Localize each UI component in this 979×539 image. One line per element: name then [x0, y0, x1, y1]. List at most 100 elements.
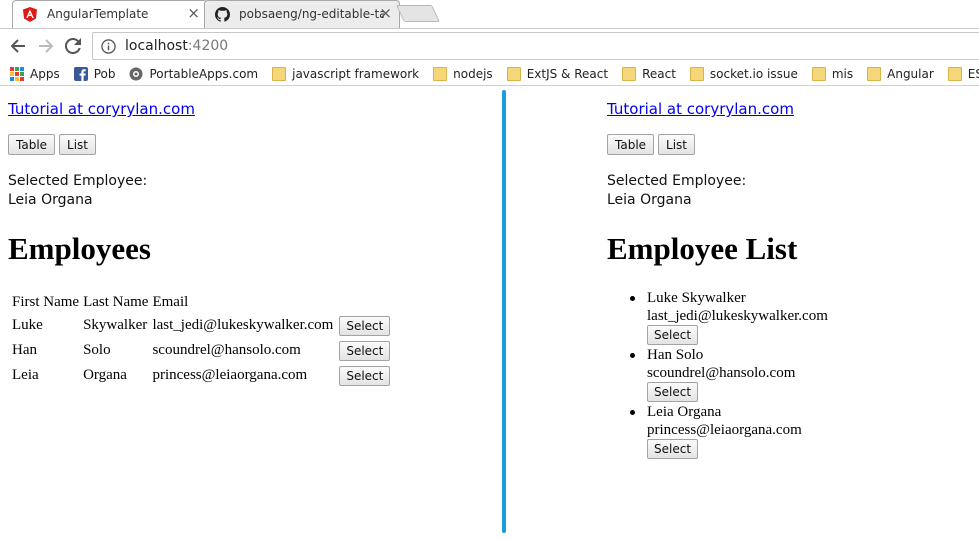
bookmark-label: ES6	[967, 66, 979, 81]
column-header-email: Email	[152, 293, 189, 310]
view-toggle-buttons: Table List	[8, 134, 97, 155]
employee-email: scoundrel@hansolo.com	[647, 365, 796, 381]
bookmark-pob[interactable]: Pob	[73, 66, 116, 81]
list-item: Luke Skywalker last_jedi@lukeskywalker.c…	[628, 289, 828, 346]
table-view-pane: Tutorial at coryrylan.com Table List Sel…	[8, 87, 498, 539]
folder-icon	[272, 66, 287, 81]
select-button[interactable]: Select	[339, 340, 391, 361]
cell-last-name: Organa	[83, 367, 127, 383]
employee-name: Han Solo	[647, 347, 704, 363]
bookmark-label: Angular	[887, 66, 934, 81]
list-item: Han Solo scoundrel@hansolo.com Select	[628, 346, 828, 403]
portableapps-icon	[129, 67, 143, 80]
url-host: localhost	[125, 38, 188, 54]
tutorial-link[interactable]: Tutorial at coryrylan.com	[8, 100, 195, 118]
bookmarks-bar: Apps Pob PortableApps.com javascript fra…	[0, 62, 979, 86]
selected-employee-name: Leia Organa	[8, 192, 93, 208]
tab-angular-template[interactable]: AngularTemplate ×	[12, 0, 208, 28]
reload-button[interactable]	[62, 35, 84, 57]
cell-action: Select	[336, 364, 391, 387]
reload-icon	[65, 38, 81, 54]
selected-employee-label: Selected Employee:	[8, 173, 148, 189]
bookmark-folder-angular[interactable]: Angular	[867, 66, 934, 81]
bookmark-label: nodejs	[453, 66, 493, 81]
select-button[interactable]: Select	[647, 325, 699, 345]
split-divider[interactable]	[502, 90, 506, 533]
page-title: Employee List	[607, 231, 798, 266]
table-header-row: First Name Last Name Email	[11, 292, 391, 312]
bookmark-folder-react[interactable]: React	[622, 66, 676, 81]
employee-email: last_jedi@lukeskywalker.com	[647, 308, 828, 324]
bookmark-folder-es6[interactable]: ES6	[947, 66, 979, 81]
bullet-icon	[630, 410, 635, 415]
table-row: Leia Organa princess@leiaorgana.com Sele…	[11, 364, 391, 387]
close-tab-icon[interactable]: ×	[379, 6, 392, 21]
folder-icon	[947, 66, 962, 81]
employee-email: princess@leiaorgana.com	[647, 422, 802, 438]
folder-icon	[689, 66, 704, 81]
employee-name: Luke Skywalker	[647, 290, 746, 306]
page-title: Employees	[8, 231, 151, 266]
cell-first-name: Leia	[12, 367, 39, 383]
select-button[interactable]: Select	[647, 382, 699, 402]
bookmark-label: javascript framework	[292, 66, 420, 81]
bookmark-folder-extjs-react[interactable]: ExtJS & React	[506, 66, 609, 81]
address-bar[interactable]: localhost:4200	[92, 32, 979, 60]
bookmark-folder-socketio-issue[interactable]: socket.io issue	[689, 66, 798, 81]
selected-employee-label: Selected Employee:	[607, 173, 747, 189]
angular-icon	[22, 6, 38, 22]
close-tab-icon[interactable]: ×	[187, 6, 200, 21]
bullet-icon	[630, 353, 635, 358]
bookmark-label: mis	[831, 66, 854, 81]
bookmark-label: Pob	[93, 66, 116, 81]
employee-name: Leia Organa	[647, 404, 722, 420]
bookmark-label: ExtJS & React	[526, 66, 609, 81]
folder-icon	[811, 66, 826, 81]
bookmark-label: Apps	[30, 66, 60, 81]
list-button[interactable]: List	[658, 134, 696, 155]
tab-github[interactable]: pobsaeng/ng-editable-ta ×	[204, 0, 400, 28]
bookmark-folder-mis[interactable]: mis	[811, 66, 854, 81]
select-button[interactable]: Select	[339, 365, 391, 386]
browser-toolbar: localhost:4200	[0, 28, 979, 62]
employee-list: Luke Skywalker last_jedi@lukeskywalker.c…	[628, 289, 828, 460]
cell-last-name: Skywalker	[83, 317, 148, 333]
table-button[interactable]: Table	[607, 134, 655, 155]
tab-strip: AngularTemplate × pobsaeng/ng-editable-t…	[0, 0, 979, 28]
facebook-icon	[73, 66, 88, 81]
select-button[interactable]: Select	[339, 315, 391, 336]
cell-first-name: Luke	[12, 317, 43, 333]
new-tab-button[interactable]	[396, 5, 440, 22]
table-row: Han Solo scoundrel@hansolo.com Select	[11, 339, 391, 362]
url-port: :4200	[187, 38, 229, 54]
page-content: Tutorial at coryrylan.com Table List Sel…	[0, 87, 979, 539]
cell-action: Select	[336, 314, 391, 337]
bookmark-apps[interactable]: Apps	[10, 66, 60, 81]
view-toggle-buttons: Table List	[607, 134, 696, 155]
list-view-pane: Tutorial at coryrylan.com Table List Sel…	[607, 87, 979, 539]
info-icon[interactable]	[101, 38, 116, 54]
bullet-icon	[630, 296, 635, 301]
table-row: Luke Skywalker last_jedi@lukeskywalker.c…	[11, 314, 391, 337]
cell-last-name: Solo	[83, 342, 111, 358]
back-button[interactable]	[7, 35, 29, 57]
forward-button[interactable]	[35, 35, 57, 57]
bookmark-folder-nodejs[interactable]: nodejs	[433, 66, 493, 81]
tab-title: AngularTemplate	[47, 7, 149, 21]
cell-first-name: Han	[12, 342, 37, 358]
bookmark-label: socket.io issue	[709, 66, 798, 81]
bookmark-portableapps[interactable]: PortableApps.com	[129, 67, 258, 81]
bookmark-folder-javascript-framework[interactable]: javascript framework	[272, 66, 420, 81]
select-button[interactable]: Select	[647, 439, 699, 459]
github-icon	[214, 6, 230, 22]
cell-email: last_jedi@lukeskywalker.com	[152, 317, 334, 333]
cell-action: Select	[336, 339, 391, 362]
list-button[interactable]: List	[59, 134, 97, 155]
folder-icon	[433, 66, 448, 81]
employee-table: First Name Last Name Email Luke Skywalke…	[9, 290, 393, 389]
tutorial-link[interactable]: Tutorial at coryrylan.com	[607, 100, 794, 118]
column-header-first-name: First Name	[12, 293, 80, 310]
folder-icon	[622, 66, 637, 81]
bookmark-label: PortableApps.com	[149, 66, 259, 81]
table-button[interactable]: Table	[8, 134, 56, 155]
